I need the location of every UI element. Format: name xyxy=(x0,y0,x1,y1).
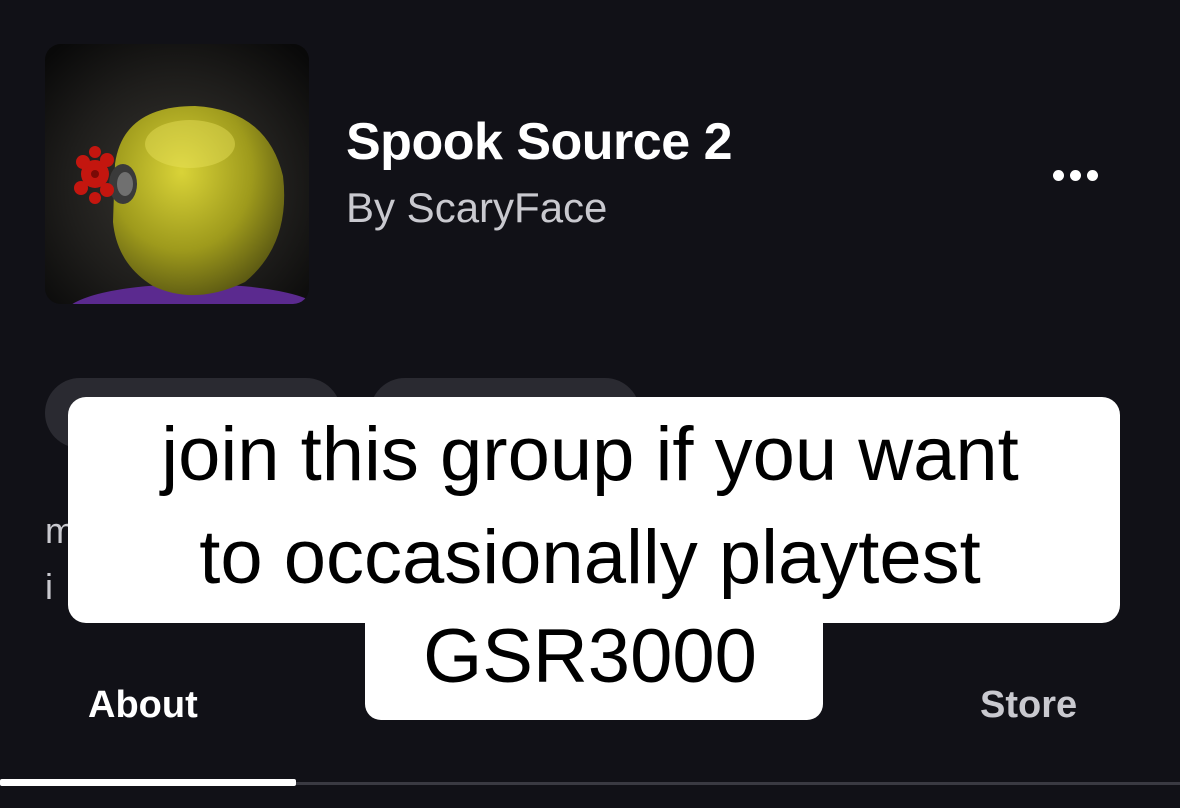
caption-line: join this group if you want xyxy=(161,412,1019,497)
more-horizontal-icon-dot xyxy=(1069,169,1081,181)
active-tab-indicator xyxy=(0,779,296,786)
group-page: Spook Source 2 By ScaryFace m i About St… xyxy=(0,0,1180,808)
caption-line: to occasionally playtest xyxy=(199,515,981,600)
group-owner-byline[interactable]: By ScaryFace xyxy=(346,184,607,232)
caption-line: GSR3000 xyxy=(423,614,757,699)
more-horizontal-icon xyxy=(1052,169,1064,181)
more-horizontal-icon-dot xyxy=(1086,169,1098,181)
group-icon-image[interactable] xyxy=(45,44,309,304)
more-options-button[interactable] xyxy=(1040,150,1110,200)
group-title: Spook Source 2 xyxy=(346,113,733,171)
yellow-head-avatar-icon xyxy=(45,44,309,304)
